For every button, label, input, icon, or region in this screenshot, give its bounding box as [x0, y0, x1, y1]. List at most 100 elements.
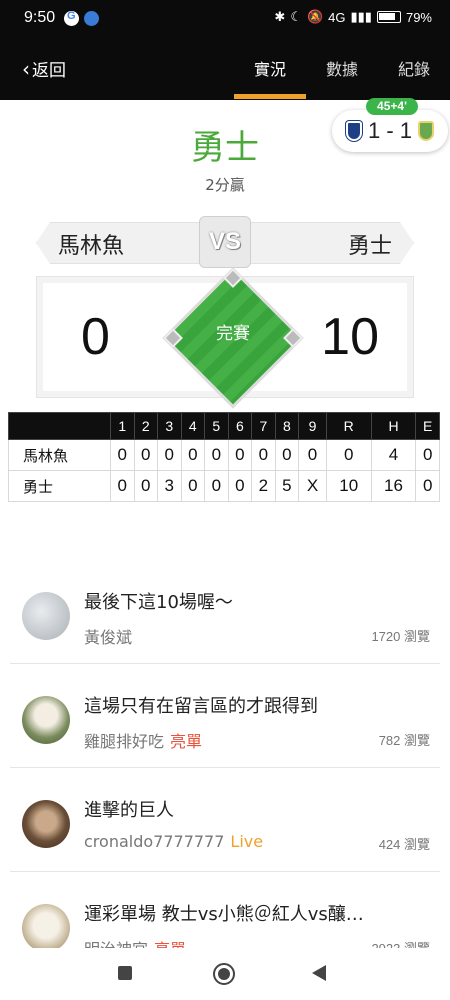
avatar[interactable]	[22, 696, 70, 744]
score-cell: 2	[251, 470, 276, 502]
winner-team: 勇士	[191, 128, 259, 168]
post-views: 2923 瀏覽	[371, 938, 430, 948]
team-cell: 勇士	[8, 470, 111, 502]
header-cell: 4	[180, 412, 206, 440]
list-item[interactable]: 最後下這10場喔～ 黃俊斌 1720 瀏覽	[10, 560, 440, 664]
post-views: 424 瀏覽	[378, 837, 430, 852]
score-cell: 0	[415, 439, 440, 471]
list-item[interactable]: 這場只有在留言區的才跟得到 雞腿排好吃 亮單 782 瀏覽	[10, 664, 440, 768]
post-title: 進擊的巨人	[84, 800, 174, 821]
score-cell: 0	[227, 470, 253, 502]
tab-bar: 實況 數據 紀錄	[234, 56, 450, 80]
tab-stats[interactable]: 數據	[306, 56, 378, 80]
status-time: 9:50	[24, 9, 56, 26]
post-author-line: 黃俊斌	[84, 624, 132, 648]
header-cell: 6	[227, 412, 253, 440]
teams-bar: 馬林魚 勇士 VS	[36, 216, 414, 268]
header-cell: 3	[157, 412, 182, 440]
post-title: 運彩單場 教士vs小熊＠紅人vs釀…	[84, 904, 364, 925]
chevron-left-icon: ‹	[22, 56, 30, 81]
google-icon	[64, 10, 79, 26]
score-cell: 5	[274, 470, 300, 502]
system-nav-bar	[0, 948, 450, 1000]
home-score: 10	[321, 308, 379, 366]
post-views: 782 瀏覽	[378, 733, 430, 748]
score-cell: 0	[180, 470, 206, 502]
header-cell: 7	[251, 412, 276, 440]
score-cell: 4	[370, 439, 417, 471]
back-triangle-icon[interactable]	[312, 965, 326, 981]
live-minute-badge: 45+4'	[366, 98, 418, 115]
network-label: 4G	[328, 9, 346, 25]
bluetooth-icon: ✱	[274, 9, 286, 24]
header-cell: H	[370, 412, 417, 440]
avatar[interactable]	[22, 800, 70, 848]
header-cell: 1	[110, 412, 135, 440]
home-team-name: 勇士	[347, 234, 392, 259]
away-team-name: 馬林魚	[58, 234, 125, 259]
score-cell: 0	[274, 439, 300, 471]
post-title: 這場只有在留言區的才跟得到	[84, 696, 318, 717]
score-cell: 0	[110, 470, 135, 502]
score-cell: 0	[204, 439, 229, 471]
mute-icon: 🔕	[306, 9, 324, 24]
signal-icon: ▮▮▮	[350, 9, 372, 24]
avatar[interactable]	[22, 904, 70, 948]
baseball-diamond: 完賽	[160, 265, 306, 411]
post-tag: 亮單	[154, 940, 186, 948]
header: ‹ 返回 實況 數據 紀錄	[0, 44, 450, 100]
score-cell: 0	[157, 439, 182, 471]
status-icons: ✱ ☾ 🔕 4G ▮▮▮ 79%	[274, 9, 432, 25]
score-cell: 0	[204, 470, 229, 502]
battery-percent: 79%	[405, 9, 432, 25]
post-author-line: cronaldo7777777 Live	[84, 832, 263, 851]
vs-badge: VS	[199, 216, 251, 268]
score-cell: 16	[370, 470, 417, 502]
score-cell: 0	[325, 439, 372, 471]
header-cell: R	[325, 412, 372, 440]
score-panel-inner: 0 10 完賽	[43, 267, 407, 409]
status-bar: 9:50 ✱ ☾ 🔕 4G ▮▮▮ 79%	[0, 0, 450, 38]
header-cell: 9	[298, 412, 327, 440]
recents-icon[interactable]	[118, 966, 132, 980]
avatar[interactable]	[22, 592, 70, 640]
score-cell: 3	[157, 470, 182, 502]
post-author-line: 雞腿排好吃 亮單	[84, 728, 202, 752]
table-row: 馬林魚 0 0 0 0 0 0 0 0 0 0 4 0	[8, 439, 440, 471]
post-tag: 亮單	[170, 732, 203, 751]
away-score: 0	[81, 308, 110, 366]
score-cell: 0	[133, 470, 159, 502]
score-cell: 0	[251, 439, 276, 471]
top-bar: 9:50 ✱ ☾ 🔕 4G ▮▮▮ 79% ‹ 返回 實況 數據 紀錄	[0, 0, 450, 100]
posts-list: 最後下這10場喔～ 黃俊斌 1720 瀏覽 這場只有在留言區的才跟得到 雞腿排好…	[0, 560, 450, 948]
tab-live[interactable]: 實況	[234, 56, 306, 80]
post-author-line: 明治神宮亮單	[84, 936, 186, 948]
post-tag: Live	[230, 832, 264, 851]
score-cell: 0	[415, 470, 440, 502]
score-cell: 0	[180, 439, 206, 471]
tab-record[interactable]: 紀錄	[378, 56, 450, 80]
list-item[interactable]: 運彩單場 教士vs小熊＠紅人vs釀… 明治神宮亮單 2923 瀏覽	[10, 872, 440, 948]
post-title: 最後下這10場喔～	[84, 592, 233, 613]
app-notification-icon	[84, 11, 99, 26]
active-tab-indicator	[234, 94, 306, 99]
score-cell: 10	[325, 470, 372, 502]
moon-icon: ☾	[290, 9, 302, 24]
header-cell: 5	[204, 412, 229, 440]
post-author: 雞腿排好吃	[84, 732, 165, 751]
score-cell: X	[298, 470, 327, 502]
header-cell: 8	[274, 412, 300, 440]
battery-icon	[376, 11, 401, 23]
header-cell	[8, 412, 111, 440]
home-icon[interactable]	[213, 963, 235, 985]
list-item[interactable]: 進擊的巨人 cronaldo7777777 Live 424 瀏覽	[10, 768, 440, 872]
linescore-header-row: 1 2 3 4 5 6 7 8 9 R H E	[8, 412, 440, 440]
team-cell: 馬林魚	[8, 439, 111, 471]
post-author: cronaldo7777777	[84, 832, 225, 851]
score-cell: 0	[133, 439, 159, 471]
header-cell: E	[415, 412, 440, 440]
post-author: 黃俊斌	[84, 628, 133, 647]
back-button[interactable]: ‹ 返回	[22, 56, 66, 82]
score-cell: 0	[110, 439, 135, 471]
score-cell: 0	[227, 439, 253, 471]
